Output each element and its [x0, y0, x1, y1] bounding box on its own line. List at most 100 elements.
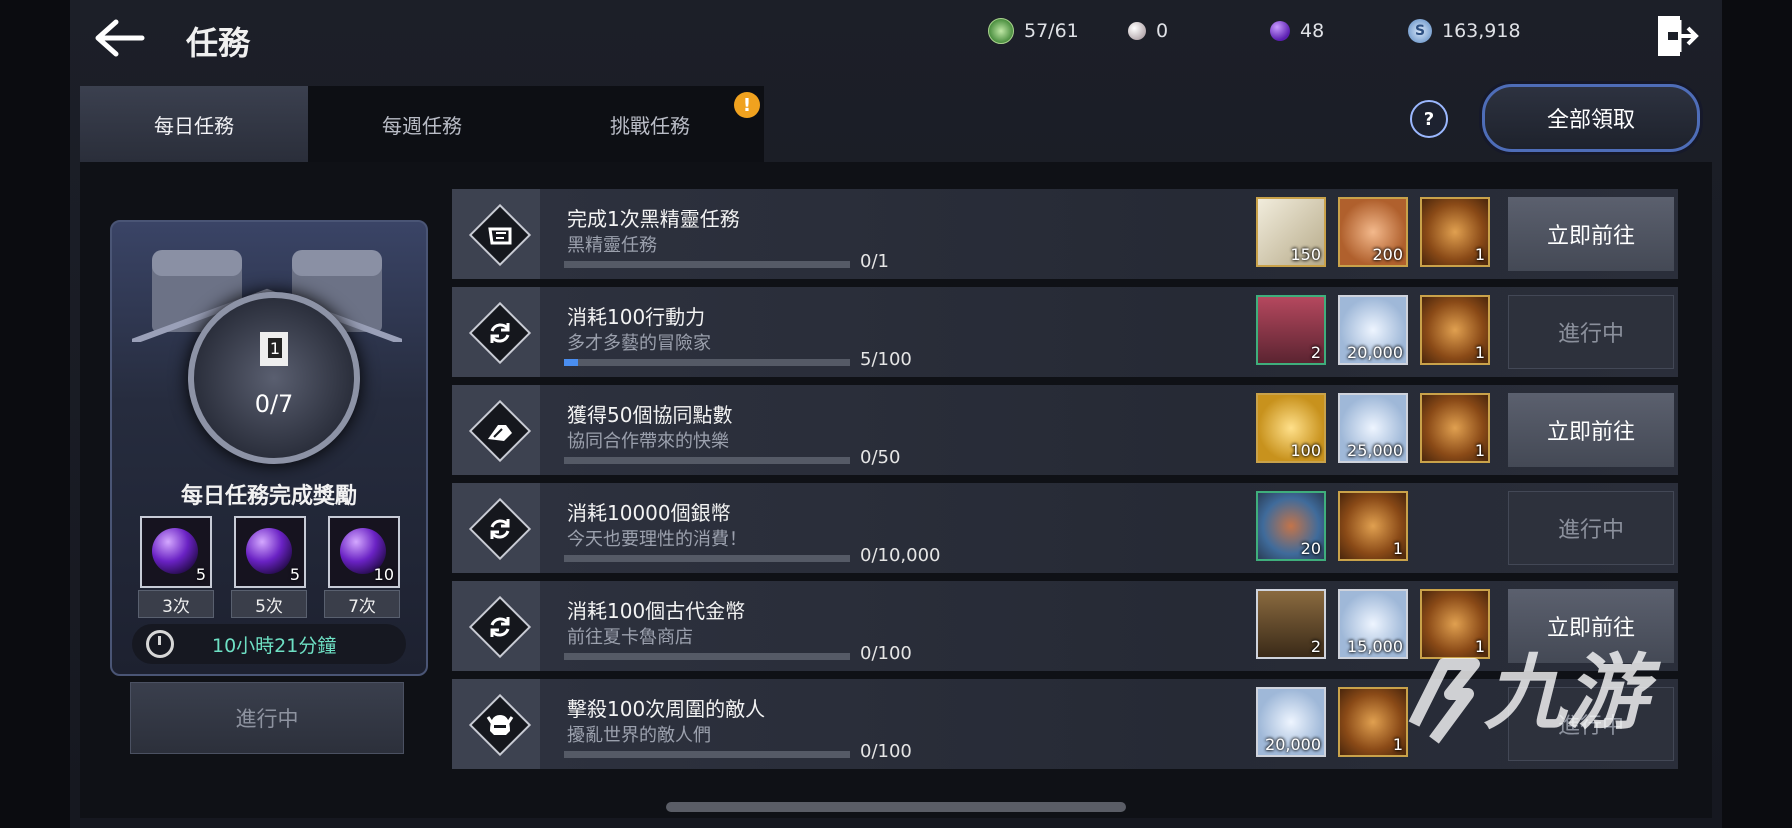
- quest-progress-bar: [564, 653, 850, 660]
- resource-value: 163,918: [1442, 20, 1521, 42]
- purple-orb-icon: [152, 528, 198, 574]
- reward-thresholds: 3次 5次 7次: [138, 590, 400, 618]
- alert-badge: !: [734, 92, 760, 118]
- quest-row: 消耗100行動力 多才多藝的冒險家 5/100 2 20,000 1 進行中: [452, 287, 1678, 377]
- cycle-icon: [490, 519, 510, 539]
- bronze-coin-icon[interactable]: 200: [1338, 197, 1408, 267]
- quest-title: 完成1次黑精靈任務: [567, 207, 740, 231]
- orb-count: 5: [289, 565, 300, 584]
- resource-value: 57/61: [1024, 20, 1079, 42]
- daily-reward-panel: 1 0/7 每日任務完成獎勵 5 5 10 3次 5次 7次 10小時21分鐘: [110, 220, 428, 676]
- quest-diamond: [468, 595, 532, 659]
- page-title: 任務: [186, 24, 251, 62]
- silver-coin-icon[interactable]: 25,000: [1338, 393, 1408, 463]
- back-arrow-icon[interactable]: [92, 14, 152, 62]
- silver-coin-icon[interactable]: 15,000: [1338, 589, 1408, 659]
- claim-all-button[interactable]: 全部領取: [1482, 84, 1700, 152]
- reward-count: 200: [1372, 245, 1403, 264]
- chest-icon[interactable]: 2: [1256, 295, 1326, 365]
- reward-title: 每日任務完成獎勵: [180, 484, 357, 509]
- purple-orb-icon: [246, 528, 292, 574]
- medal-icon[interactable]: 1: [1338, 491, 1408, 561]
- quest-icon-cell: [452, 189, 540, 279]
- go-now-button[interactable]: 立即前往: [1508, 393, 1674, 467]
- reward-count: 100: [1290, 441, 1321, 460]
- quest-progress-text: 0/50: [860, 447, 901, 468]
- in-progress-button[interactable]: 進行中: [1508, 295, 1674, 369]
- reward-orb-item[interactable]: 5: [234, 516, 306, 588]
- reward-progress: 0/7: [254, 390, 294, 418]
- reward-count: 1: [1392, 539, 1403, 558]
- stamina-icon: [988, 18, 1014, 44]
- medal-icon[interactable]: 1: [1338, 687, 1408, 757]
- quest-diamond: [468, 693, 532, 757]
- exit-icon[interactable]: [1654, 12, 1700, 60]
- quest-icon-cell: [452, 385, 540, 475]
- reward-count: 15,000: [1347, 637, 1403, 656]
- cycle-icon: [490, 323, 510, 343]
- quest-progress-text: 0/10,000: [860, 545, 941, 566]
- reward-status-button[interactable]: 進行中: [130, 682, 404, 754]
- svg-text:1: 1: [270, 339, 280, 358]
- quest-subtitle: 今天也要理性的消費！: [567, 529, 747, 550]
- gold-coin-icon[interactable]: 100: [1256, 393, 1326, 463]
- threshold-label: 3次: [138, 590, 214, 618]
- silver-coin-icon[interactable]: 20,000: [1338, 295, 1408, 365]
- scroll-reward-icon[interactable]: 150: [1256, 197, 1326, 267]
- go-now-button[interactable]: 立即前往: [1508, 197, 1674, 271]
- reward-count: 1: [1474, 245, 1485, 264]
- reward-count: 1: [1474, 343, 1485, 362]
- watermark-mark-icon: [1408, 657, 1480, 744]
- quest-subtitle: 擾亂世界的敵人們: [567, 725, 711, 746]
- quest-row: 獲得50個協同點數 協同合作帶來的快樂 0/50 100 25,000 1 立即前往: [452, 385, 1678, 475]
- quest-progress-text: 0/100: [860, 643, 912, 664]
- tab-weekly[interactable]: 每週任務: [308, 86, 536, 162]
- food-bowl-icon[interactable]: 20: [1256, 491, 1326, 561]
- tab-bar: 每日任務 每週任務 挑戰任務 !: [80, 86, 764, 162]
- tab-label: 每日任務: [154, 113, 234, 138]
- orb-count: 10: [373, 565, 394, 584]
- reset-timer: 10小時21分鐘: [132, 624, 406, 664]
- quest-progress-bar: [564, 555, 850, 562]
- threshold-label: 7次: [324, 590, 400, 618]
- reward-orb-item[interactable]: 5: [140, 516, 212, 588]
- reward-count: 2: [1310, 343, 1321, 362]
- quest-progress-text: 5/100: [860, 349, 912, 370]
- quest-progress-text: 0/100: [860, 741, 912, 762]
- treasure-chest-icon[interactable]: 2: [1256, 589, 1326, 659]
- reward-orb-item[interactable]: 10: [328, 516, 400, 588]
- help-book-icon[interactable]: ?: [1410, 100, 1448, 138]
- quest-diamond: [468, 203, 532, 267]
- reward-count: 25,000: [1347, 441, 1403, 460]
- in-progress-button[interactable]: 進行中: [1508, 491, 1674, 565]
- medal-icon[interactable]: 1: [1420, 197, 1490, 267]
- resource-stamina: 57/61: [988, 18, 1079, 44]
- quest-title: 獲得50個協同點數: [567, 403, 733, 427]
- medal-icon[interactable]: 1: [1420, 393, 1490, 463]
- watermark-text: 九游: [1484, 646, 1648, 741]
- tab-daily[interactable]: 每日任務: [80, 86, 308, 162]
- quest-book-icon: 1: [260, 332, 288, 366]
- resource-value: 48: [1300, 20, 1325, 42]
- medal-icon[interactable]: 1: [1420, 295, 1490, 365]
- helmet-icon: [486, 715, 514, 735]
- scrollbar[interactable]: [666, 802, 1126, 812]
- quest-subtitle: 協同合作帶來的快樂: [567, 431, 729, 452]
- reward-count: 2: [1310, 637, 1321, 656]
- quest-icon-cell: [452, 581, 540, 671]
- reward-count: 20: [1300, 539, 1321, 558]
- reward-orbs: 5 5 10: [140, 516, 400, 588]
- tab-label: 挑戰任務: [610, 113, 690, 138]
- quest-title: 擊殺100次周圍的敵人: [567, 697, 766, 721]
- quest-icon-cell: [452, 287, 540, 377]
- quest-icon-cell: [452, 679, 540, 769]
- progress-ring: 1 0/7: [188, 292, 360, 464]
- resource-value: 0: [1156, 20, 1169, 42]
- silver-coin-icon[interactable]: 20,000: [1256, 687, 1326, 757]
- quest-progress-text: 0/1: [860, 251, 889, 272]
- quest-subtitle: 多才多藝的冒險家: [567, 333, 711, 354]
- resource-pearl: 0: [1128, 18, 1168, 44]
- quest-subtitle: 黑精靈任務: [567, 235, 657, 256]
- tab-challenge[interactable]: 挑戰任務 !: [536, 86, 764, 162]
- reward-count: 1: [1392, 735, 1403, 754]
